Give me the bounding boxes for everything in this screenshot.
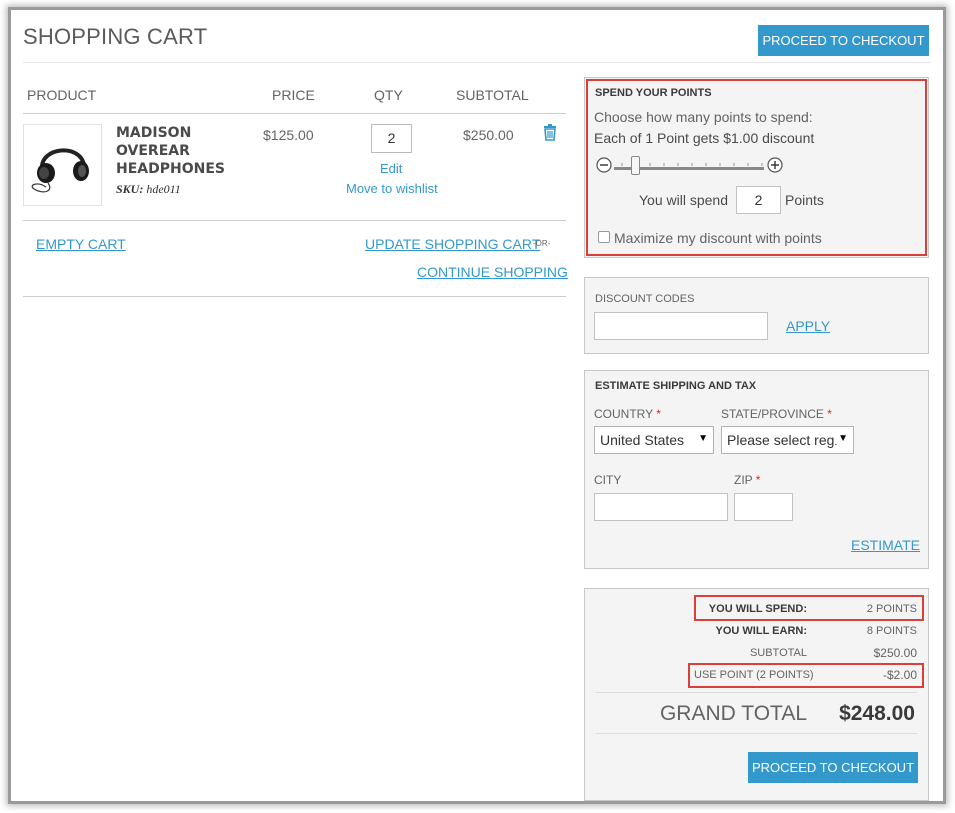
points-rate-text: Each of 1 Point gets $1.00 discount [594, 130, 815, 146]
column-header-price: PRICE [272, 87, 315, 103]
required-mark: * [755, 473, 761, 487]
sku-value: hde011 [146, 182, 181, 196]
country-select[interactable]: United States ▼ [594, 426, 714, 454]
spend-points-prompt: Choose how many points to spend: [594, 109, 813, 125]
screenshot-frame: SHOPPING CART PROCEED TO CHECKOUT PRODUC… [8, 7, 946, 804]
city-label: CITY [594, 473, 622, 487]
state-select[interactable]: Please select regi ▼ [721, 426, 854, 454]
quantity-input[interactable]: 2 [371, 124, 412, 153]
product-name-line-2: OVEREAR [116, 143, 190, 159]
zip-label-text: ZIP [734, 473, 753, 487]
cart-page: SHOPPING CART PROCEED TO CHECKOUT PRODUC… [11, 10, 943, 801]
spend-prefix-label: You will spend [639, 192, 728, 208]
product-name-line-3: HEADPHONES [116, 161, 225, 177]
plus-circle-icon[interactable] [767, 157, 783, 173]
country-label: COUNTRY * [594, 407, 661, 421]
spend-suffix-label: Points [785, 192, 824, 208]
slider-handle[interactable] [631, 156, 640, 175]
subtotal-label: SUBTOTAL [749, 647, 807, 659]
state-label: STATE/PROVINCE * [721, 407, 832, 421]
estimate-link[interactable]: ESTIMATE [851, 537, 920, 553]
required-mark: * [827, 407, 832, 421]
city-input[interactable] [594, 493, 728, 521]
zip-input[interactable] [734, 493, 793, 521]
zip-label: ZIP * [734, 473, 760, 487]
column-header-subtotal: SUBTOTAL [456, 87, 529, 103]
points-to-spend-input[interactable]: 2 [736, 186, 781, 214]
move-to-wishlist-link[interactable]: Move to wishlist [346, 181, 438, 196]
trash-icon[interactable] [543, 124, 557, 146]
discount-codes-title: DISCOUNT CODES [595, 293, 695, 305]
update-cart-link[interactable]: UPDATE SHOPPING CART [365, 236, 540, 252]
product-sku: SKU: hde011 [116, 182, 181, 197]
product-name-line-1: MADISON [116, 125, 192, 141]
maximize-discount-checkbox[interactable] [598, 231, 610, 243]
country-select-value: United States [600, 432, 685, 448]
empty-cart-link[interactable]: EMPTY CART [36, 236, 126, 252]
apply-discount-link[interactable]: APPLY [786, 318, 830, 334]
table-header-divider [23, 113, 566, 114]
discount-code-input[interactable] [594, 312, 768, 340]
edit-item-link[interactable]: Edit [380, 161, 402, 176]
estimate-shipping-title: ESTIMATE SHIPPING AND TAX [595, 380, 757, 392]
grand-total-value: $248.00 [839, 702, 915, 725]
spend-points-title: SPEND YOUR POINTS [595, 87, 712, 99]
use-point-label: USE POINT (2 POINTS) [694, 669, 814, 681]
minus-circle-icon[interactable] [596, 157, 612, 173]
continue-shopping-link[interactable]: CONTINUE SHOPPING [417, 264, 568, 280]
state-label-text: STATE/PROVINCE [721, 407, 824, 421]
item-price: $125.00 [263, 127, 314, 143]
product-name[interactable]: MADISON OVEREAR HEADPHONES [116, 124, 236, 178]
required-mark: * [656, 407, 661, 421]
dropdown-arrow-icon: ▼ [835, 433, 848, 444]
grand-total-divider [596, 733, 917, 734]
you-will-spend-label: YOU WILL SPEND: [708, 603, 807, 615]
sku-label: SKU: [116, 182, 144, 196]
column-header-product: PRODUCT [27, 87, 97, 103]
headphones-icon [31, 148, 89, 193]
dropdown-arrow-icon: ▼ [698, 433, 708, 444]
subtotal-value: $250.00 [873, 646, 917, 660]
title-divider [23, 62, 930, 63]
product-image[interactable] [23, 124, 102, 206]
column-header-qty: QTY [374, 87, 403, 103]
you-will-earn-value: 8 POINTS [866, 625, 917, 637]
actions-divider [23, 296, 566, 297]
proceed-to-checkout-top-button[interactable]: PROCEED TO CHECKOUT [758, 25, 929, 56]
item-divider [23, 220, 566, 221]
country-label-text: COUNTRY [594, 407, 653, 421]
you-will-earn-label: YOU WILL EARN: [715, 625, 807, 637]
maximize-discount-label[interactable]: Maximize my discount with points [614, 230, 822, 246]
proceed-to-checkout-bottom-button[interactable]: PROCEED TO CHECKOUT [748, 752, 918, 783]
use-point-value: -$2.00 [882, 668, 917, 682]
grand-total-label: GRAND TOTAL [659, 702, 807, 725]
totals-divider [596, 692, 917, 693]
you-will-spend-value: 2 POINTS [866, 603, 917, 615]
state-select-value: Please select regi [727, 432, 838, 448]
item-subtotal: $250.00 [463, 127, 514, 143]
or-separator: -OR- [533, 239, 551, 248]
page-title: SHOPPING CART [23, 24, 208, 49]
